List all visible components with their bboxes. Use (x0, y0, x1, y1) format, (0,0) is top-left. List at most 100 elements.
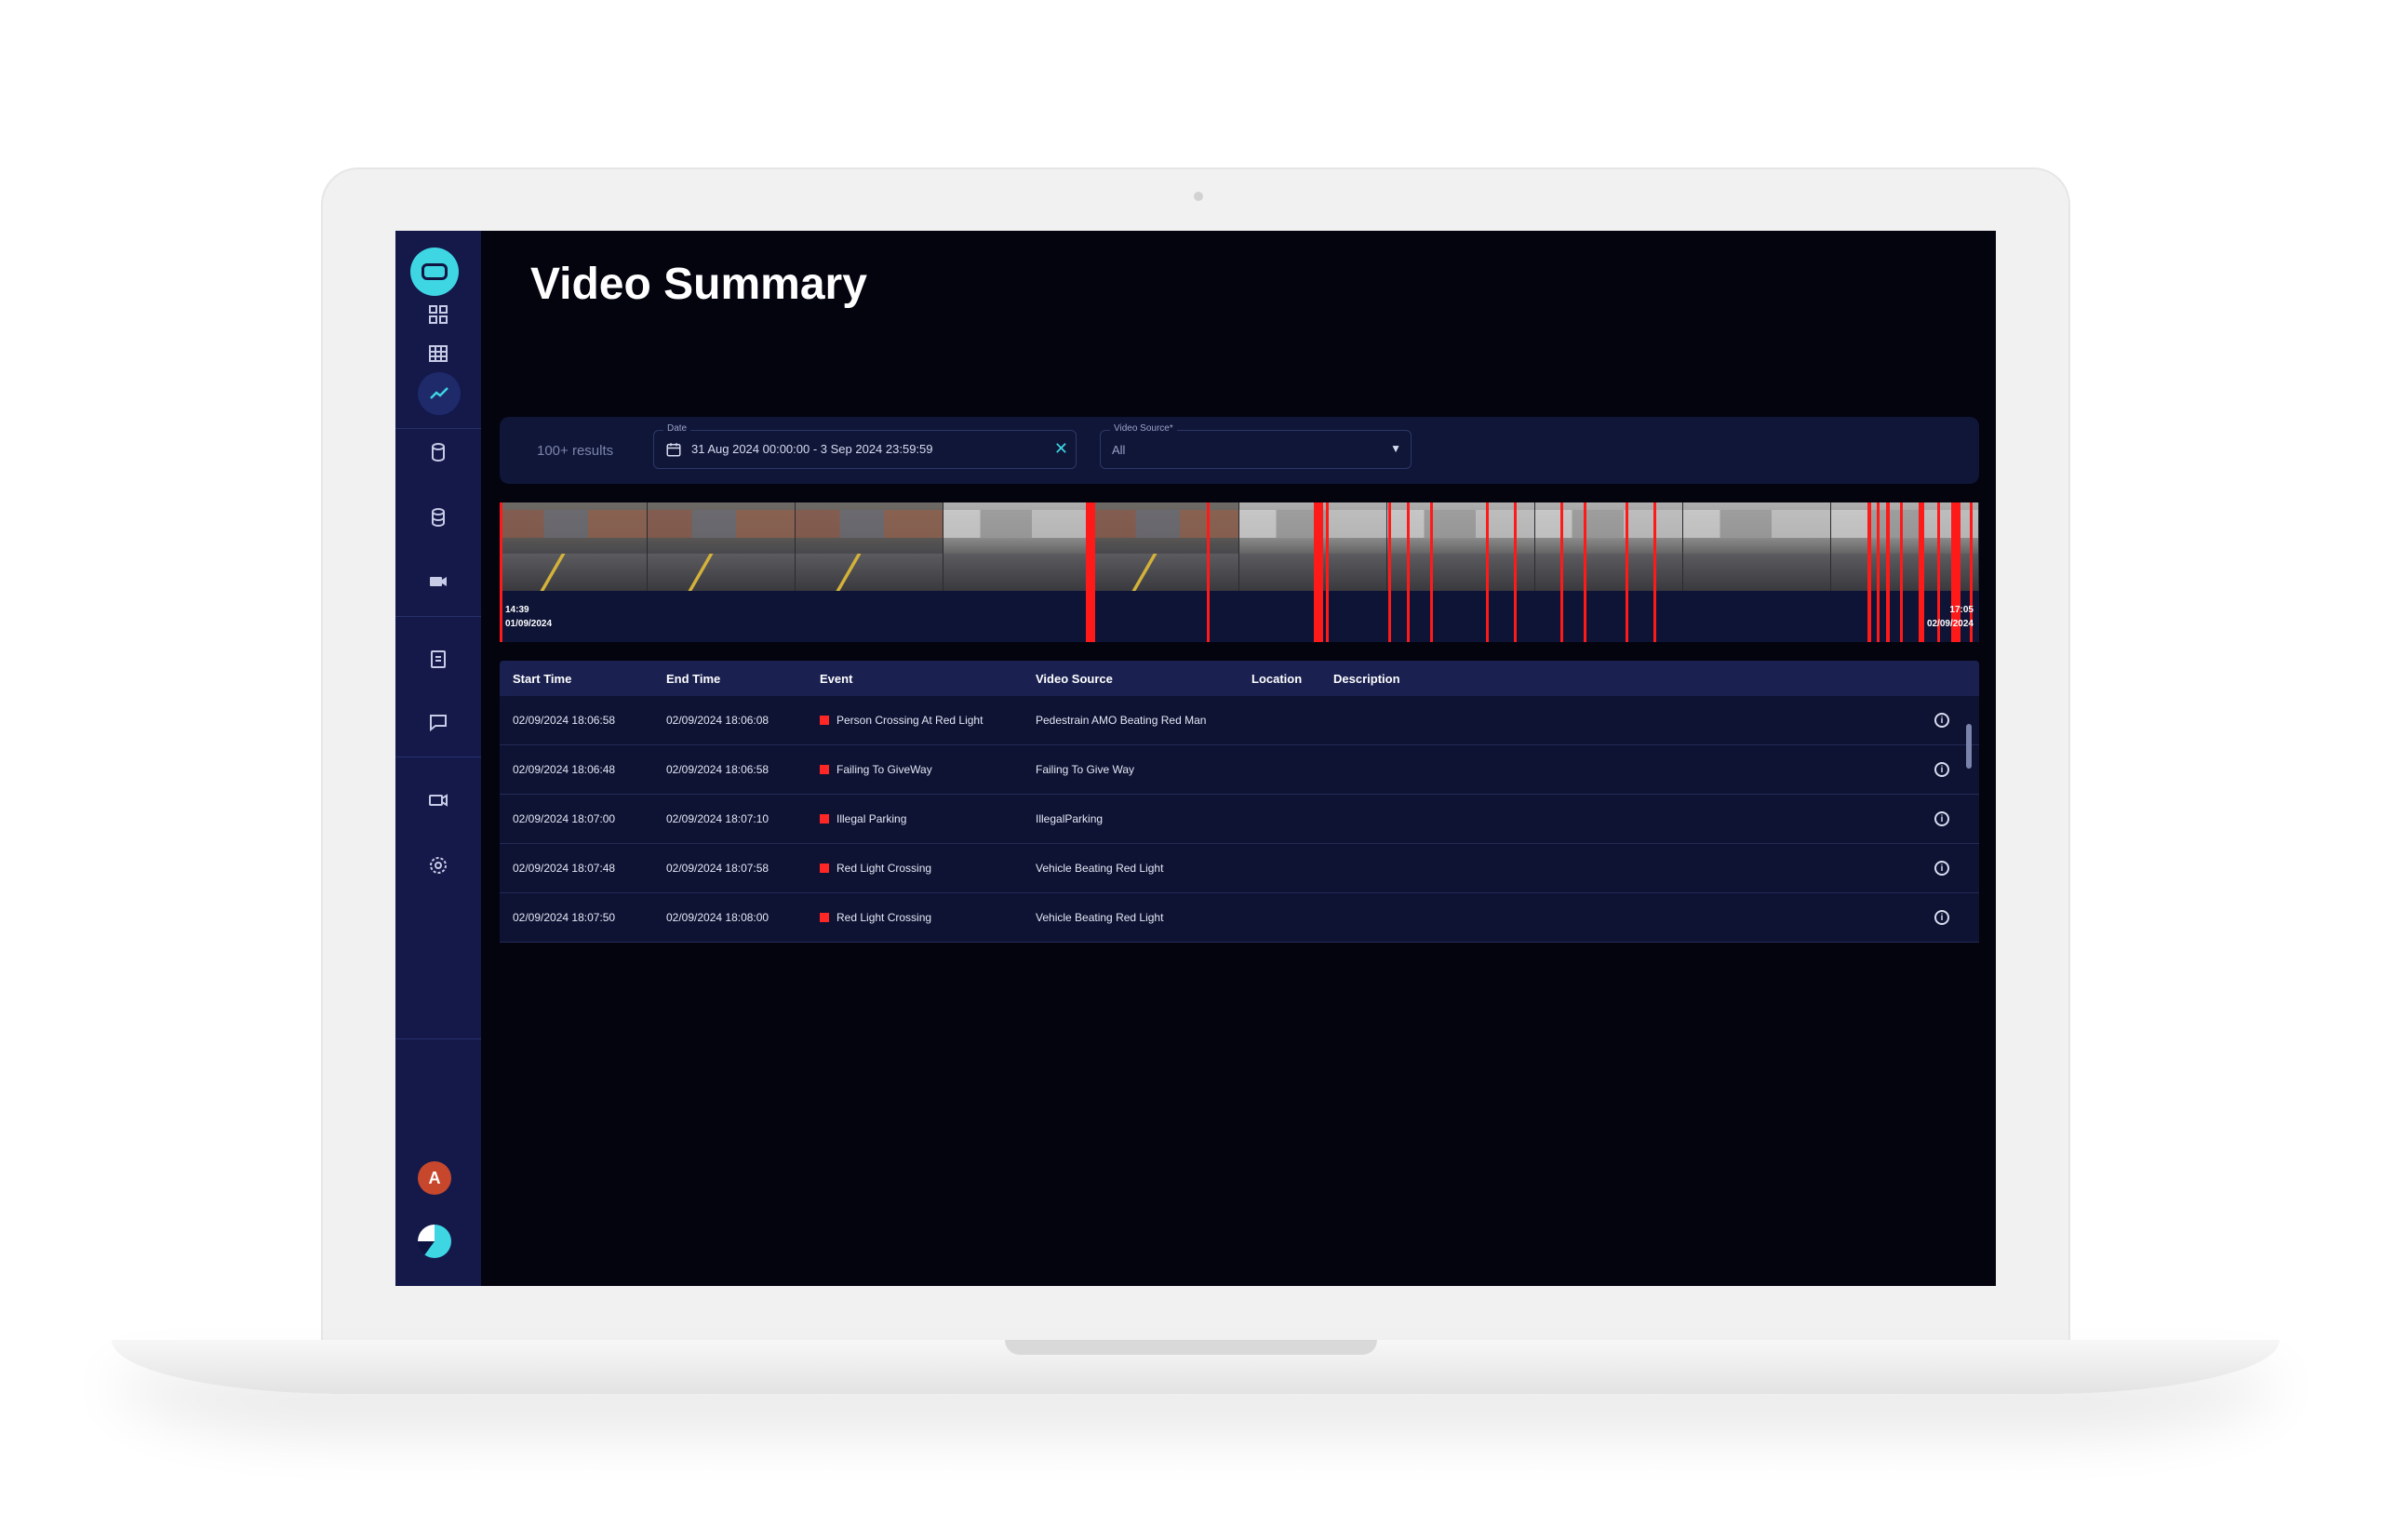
header-end-time[interactable]: End Time (653, 672, 807, 686)
cell-event: Illegal Parking (807, 812, 1023, 825)
grid-icon[interactable] (420, 335, 457, 372)
cell-video-source: Pedestrain AMO Beating Red Man (1036, 714, 1207, 727)
info-icon[interactable]: i (1934, 910, 1949, 925)
timeline-thumbnail (1683, 502, 1831, 591)
timeline-thumbnail (1239, 502, 1387, 591)
table-row[interactable]: 02/09/2024 18:07:48 02/09/2024 18:07:58 … (500, 844, 1979, 893)
timeline-start-time: 14:39 (505, 605, 529, 615)
timeline-end-label: 17:05 02/09/2024 (1927, 603, 1974, 631)
video-source-label: Video Source* (1110, 423, 1177, 434)
timeline-thumbnail (500, 502, 648, 591)
video-timeline[interactable]: 14:39 01/09/2024 17:05 02/09/2024 (500, 502, 1979, 642)
events-table: Start Time End Time Event Video Source L… (500, 661, 1979, 943)
header-location[interactable]: Location (1251, 672, 1333, 686)
info-icon[interactable]: i (1934, 811, 1949, 826)
cell-event: Red Light Crossing (807, 911, 1023, 924)
cell-video-source: Failing To Give Way (1036, 763, 1135, 776)
event-severity-icon (820, 864, 829, 873)
report-icon[interactable] (420, 640, 457, 677)
info-icon[interactable]: i (1934, 861, 1949, 876)
cell-event: Person Crossing At Red Light (807, 714, 1023, 727)
user-avatar[interactable]: A (418, 1161, 451, 1195)
timeline-thumbnail (796, 502, 943, 591)
cell-end-time: 02/09/2024 18:07:58 (666, 862, 769, 875)
header-video-source[interactable]: Video Source (1023, 672, 1251, 686)
timeline-thumbnail (943, 502, 1091, 591)
event-label: Red Light Crossing (836, 862, 932, 875)
chat-icon[interactable] (420, 703, 457, 741)
timeline-thumbnail (1091, 502, 1239, 591)
cell-start-time: 02/09/2024 18:06:48 (513, 763, 616, 776)
timeline-thumbnail (1387, 502, 1535, 591)
cell-video-source: Vehicle Beating Red Light (1036, 911, 1164, 924)
timeline-thumbnail (648, 502, 796, 591)
header-start-time[interactable]: Start Time (500, 672, 653, 686)
timeline-start-date: 01/09/2024 (505, 619, 553, 629)
cell-event: Failing To GiveWay (807, 763, 1023, 776)
cell-end-time: 02/09/2024 18:06:58 (666, 763, 769, 776)
filter-bar: 100+ results Date 31 Aug 2024 00:00:00 -… (500, 417, 1979, 484)
cell-event: Red Light Crossing (807, 862, 1023, 875)
date-range-field[interactable]: Date 31 Aug 2024 00:00:00 - 3 Sep 2024 2… (653, 423, 1077, 469)
logo-mark (422, 263, 448, 280)
cell-start-time: 02/09/2024 18:07:48 (513, 862, 616, 875)
info-icon[interactable]: i (1934, 713, 1949, 728)
app-screen: A Video Summary 100+ results Date 31 Aug… (395, 231, 1996, 1286)
cell-start-time: 02/09/2024 18:07:00 (513, 812, 616, 825)
dashboard-icon[interactable] (420, 296, 457, 333)
table-row[interactable]: 02/09/2024 18:06:48 02/09/2024 18:06:58 … (500, 745, 1979, 795)
event-label: Red Light Crossing (836, 911, 932, 924)
date-field-label: Date (663, 423, 691, 434)
video-source-select[interactable]: Video Source* All ▼ (1100, 423, 1412, 469)
calendar-icon (666, 443, 681, 457)
results-count: 100+ results (537, 443, 614, 459)
app-logo[interactable] (410, 248, 459, 296)
sidebar-divider (395, 616, 481, 617)
camera-icon[interactable] (420, 563, 457, 600)
cell-end-time: 02/09/2024 18:08:00 (666, 911, 769, 924)
table-header: Start Time End Time Event Video Source L… (500, 661, 1979, 696)
video-icon[interactable] (420, 782, 457, 819)
settings-icon[interactable] (420, 847, 457, 884)
storage-icon[interactable] (420, 499, 457, 536)
header-event[interactable]: Event (807, 672, 1023, 686)
date-range-value: 31 Aug 2024 00:00:00 - 3 Sep 2024 23:59:… (691, 442, 933, 456)
timeline-thumbnails (500, 502, 1979, 591)
timeline-start-label: 14:39 01/09/2024 (505, 603, 552, 631)
cell-end-time: 02/09/2024 18:07:10 (666, 812, 769, 825)
page-title: Video Summary (530, 260, 867, 309)
sidebar-divider (395, 428, 481, 429)
event-severity-icon (820, 765, 829, 774)
cell-video-source: Vehicle Beating Red Light (1036, 862, 1164, 875)
event-label: Illegal Parking (836, 812, 907, 825)
table-row[interactable]: 02/09/2024 18:07:50 02/09/2024 18:08:00 … (500, 893, 1979, 943)
cell-start-time: 02/09/2024 18:06:58 (513, 714, 616, 727)
sidebar: A (395, 231, 481, 1286)
event-severity-icon (820, 913, 829, 922)
brand-icon[interactable] (418, 1225, 451, 1258)
event-label: Failing To GiveWay (836, 763, 932, 776)
analytics-icon[interactable] (418, 372, 461, 415)
video-source-value: All (1112, 443, 1126, 457)
info-icon[interactable]: i (1934, 762, 1949, 777)
timeline-thumbnail (1535, 502, 1683, 591)
event-severity-icon (820, 716, 829, 725)
laptop-notch (1005, 1340, 1377, 1355)
database-icon[interactable] (420, 434, 457, 471)
timeline-thumbnail (1831, 502, 1979, 591)
table-scrollbar[interactable] (1966, 724, 1972, 769)
clear-date-icon[interactable]: ✕ (1054, 439, 1068, 459)
header-description[interactable]: Description (1333, 672, 1905, 686)
event-label: Person Crossing At Red Light (836, 714, 984, 727)
sidebar-divider (395, 1038, 481, 1039)
table-row[interactable]: 02/09/2024 18:06:58 02/09/2024 18:06:08 … (500, 696, 1979, 745)
timeline-end-time: 17:05 (1949, 605, 1974, 615)
timeline-end-date: 02/09/2024 (1926, 619, 1974, 629)
event-severity-icon (820, 814, 829, 824)
cell-end-time: 02/09/2024 18:06:08 (666, 714, 769, 727)
cell-start-time: 02/09/2024 18:07:50 (513, 911, 616, 924)
chevron-down-icon: ▼ (1390, 442, 1401, 455)
laptop-camera (1194, 192, 1203, 201)
table-row[interactable]: 02/09/2024 18:07:00 02/09/2024 18:07:10 … (500, 795, 1979, 844)
cell-video-source: IllegalParking (1036, 812, 1104, 825)
